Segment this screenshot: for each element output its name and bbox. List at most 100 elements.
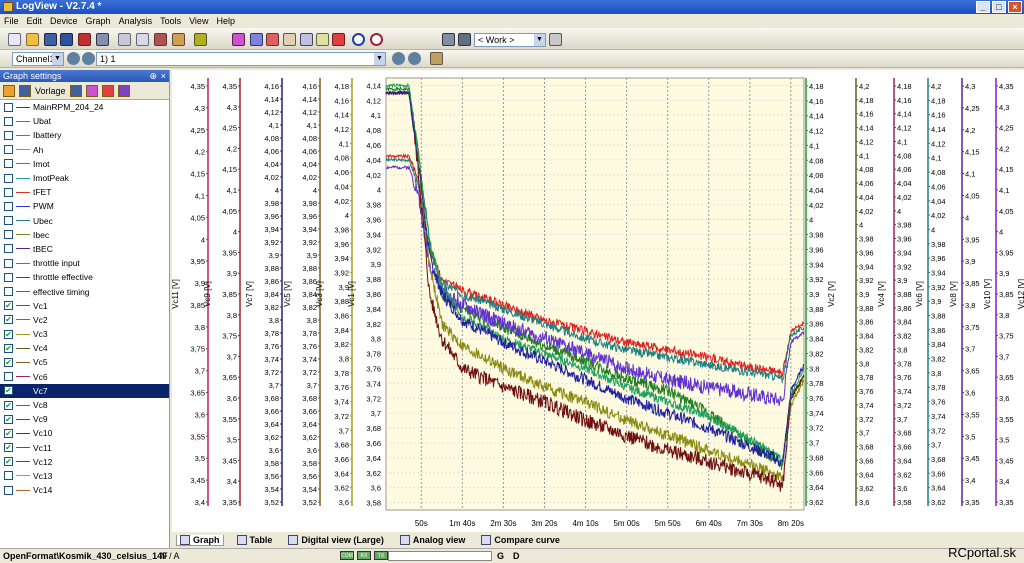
open-icon[interactable] bbox=[26, 33, 39, 46]
channel-item-mainrpm-204-24[interactable]: MainRPM_204_24 bbox=[0, 100, 169, 114]
channel-checkbox[interactable] bbox=[4, 485, 13, 495]
channel-item-vc8[interactable]: ✔ Vc8 bbox=[0, 398, 169, 412]
tab-table[interactable]: Table bbox=[234, 535, 276, 545]
channel-item-imot[interactable]: Imot bbox=[0, 157, 169, 171]
work-select[interactable]: < Work > ▼ bbox=[474, 33, 546, 47]
menu-edit[interactable]: Edit bbox=[27, 16, 43, 26]
channel-item-vc14[interactable]: Vc14 bbox=[0, 483, 169, 497]
channel-checkbox[interactable]: ✔ bbox=[4, 414, 13, 424]
channel-checkbox[interactable] bbox=[4, 145, 13, 155]
zoom-out-icon[interactable] bbox=[370, 33, 383, 46]
menu-graph[interactable]: Graph bbox=[86, 16, 111, 26]
device-icon[interactable] bbox=[194, 33, 207, 46]
channel-checkbox[interactable] bbox=[4, 216, 13, 226]
channel-item-ibattery[interactable]: Ibattery bbox=[0, 128, 169, 142]
channel-checkbox[interactable] bbox=[4, 173, 13, 183]
menu-analysis[interactable]: Analysis bbox=[119, 16, 153, 26]
zoom-in-icon[interactable] bbox=[352, 33, 365, 46]
channel-checkbox[interactable] bbox=[4, 159, 13, 169]
disconnect-icon[interactable] bbox=[458, 33, 471, 46]
channel-item-vc12[interactable]: ✔ Vc12 bbox=[0, 455, 169, 469]
grid-icon[interactable] bbox=[101, 84, 114, 97]
next-channel-icon[interactable] bbox=[82, 52, 95, 65]
channel-checkbox[interactable] bbox=[4, 102, 13, 112]
channel-checkbox[interactable] bbox=[4, 201, 13, 211]
channel-checkbox[interactable] bbox=[4, 287, 13, 297]
tab-digital-view[interactable]: Digital view (Large) bbox=[285, 535, 387, 545]
close-button[interactable]: × bbox=[1008, 1, 1022, 13]
connect-icon[interactable] bbox=[442, 33, 455, 46]
copy-icon[interactable] bbox=[136, 33, 149, 46]
minimize-button[interactable]: _ bbox=[976, 1, 990, 13]
pin-icon[interactable]: ⊕ bbox=[149, 70, 157, 82]
channel-item-vc3[interactable]: ✔ Vc3 bbox=[0, 327, 169, 341]
channel-item-ibec[interactable]: Ibec bbox=[0, 228, 169, 242]
channel-item-ah[interactable]: Ah bbox=[0, 143, 169, 157]
channel-item-effective-timing[interactable]: effective timing bbox=[0, 284, 169, 298]
channel-item-ubec[interactable]: Ubec bbox=[0, 214, 169, 228]
channel-item-vc13[interactable]: Vc13 bbox=[0, 469, 169, 483]
channel-checkbox[interactable]: ✔ bbox=[4, 443, 13, 453]
measure-icon[interactable] bbox=[316, 33, 329, 46]
channel-item-vc10[interactable]: ✔ Vc10 bbox=[0, 426, 169, 440]
menu-device[interactable]: Device bbox=[50, 16, 78, 26]
prev-record-icon[interactable] bbox=[392, 52, 405, 65]
channel-item-tfet[interactable]: tFET bbox=[0, 185, 169, 199]
cut-icon[interactable] bbox=[118, 33, 131, 46]
channel-checkbox[interactable] bbox=[4, 116, 13, 126]
zoom-tool-icon[interactable] bbox=[250, 33, 263, 46]
new-icon[interactable] bbox=[8, 33, 21, 46]
maximize-button[interactable]: □ bbox=[992, 1, 1006, 13]
channel-checkbox[interactable] bbox=[4, 187, 13, 197]
channel-checkbox[interactable]: ✔ bbox=[4, 315, 13, 325]
channel-checkbox[interactable]: ✔ bbox=[4, 329, 13, 339]
calendar-icon[interactable] bbox=[283, 33, 296, 46]
save-as-icon[interactable] bbox=[60, 33, 73, 46]
channel-checkbox[interactable]: ✔ bbox=[4, 301, 13, 311]
channel-checkbox[interactable]: ✔ bbox=[4, 428, 13, 438]
next-record-icon[interactable] bbox=[408, 52, 421, 65]
channel-item-vc2[interactable]: ✔ Vc2 bbox=[0, 313, 169, 327]
paste-icon[interactable] bbox=[154, 33, 167, 46]
channel-item-pwm[interactable]: PWM bbox=[0, 199, 169, 213]
delete-work-icon[interactable] bbox=[549, 33, 562, 46]
channel-checkbox[interactable]: ✔ bbox=[4, 386, 13, 396]
print-icon[interactable] bbox=[96, 33, 109, 46]
channel-checkbox[interactable] bbox=[4, 471, 13, 481]
menu-help[interactable]: Help bbox=[216, 16, 235, 26]
graph-area[interactable]: 50s 1m 40s 2m 30s 3m 20s 4m 10s 5m 00s 5m 50s 6… bbox=[171, 70, 1024, 532]
prev-channel-icon[interactable] bbox=[67, 52, 80, 65]
channel-item-throttle-input[interactable]: throttle input bbox=[0, 256, 169, 270]
channel-item-vc9[interactable]: ✔ Vc9 bbox=[0, 412, 169, 426]
channel-checkbox[interactable] bbox=[4, 372, 13, 382]
close-icon[interactable]: × bbox=[161, 70, 166, 82]
channel-item-vc6[interactable]: Vc6 bbox=[0, 370, 169, 384]
channel-checkbox[interactable] bbox=[4, 244, 13, 254]
channel-checkbox[interactable] bbox=[4, 272, 13, 282]
channel-item-tbec[interactable]: tBEC bbox=[0, 242, 169, 256]
channel-checkbox[interactable] bbox=[4, 130, 13, 140]
channel-item-vc5[interactable]: ✔ Vc5 bbox=[0, 355, 169, 369]
axis-icon[interactable] bbox=[117, 84, 130, 97]
channel-checkbox[interactable]: ✔ bbox=[4, 457, 13, 467]
menu-view[interactable]: View bbox=[189, 16, 208, 26]
export-icon[interactable] bbox=[78, 33, 91, 46]
record-select[interactable]: 1) 1 ▼ bbox=[96, 52, 386, 66]
channel-checkbox[interactable] bbox=[4, 230, 13, 240]
marker-icon[interactable] bbox=[266, 33, 279, 46]
voltage-chart[interactable]: 50s 1m 40s 2m 30s 3m 20s 4m 10s 5m 00s 5m 50s 6… bbox=[171, 70, 1024, 532]
channel-select[interactable]: Channel1 ▼ bbox=[12, 52, 64, 66]
vorlage-label[interactable]: Vorlage bbox=[35, 86, 66, 96]
channel-item-vc7[interactable]: ✔ Vc7 bbox=[0, 383, 169, 398]
channel-item-throttle-effective[interactable]: throttle effective bbox=[0, 270, 169, 284]
menu-file[interactable]: File bbox=[4, 16, 19, 26]
graph-style-icon[interactable] bbox=[85, 84, 98, 97]
channel-item-vc1[interactable]: ✔ Vc1 bbox=[0, 299, 169, 313]
clipboard-icon[interactable] bbox=[430, 52, 443, 65]
tab-compare-curve[interactable]: Compare curve bbox=[478, 535, 563, 545]
save-icon[interactable] bbox=[19, 84, 31, 97]
menu-tools[interactable]: Tools bbox=[160, 16, 181, 26]
page-icon[interactable] bbox=[172, 33, 185, 46]
chart-icon[interactable] bbox=[332, 33, 345, 46]
channel-item-vc4[interactable]: ✔ Vc4 bbox=[0, 341, 169, 355]
